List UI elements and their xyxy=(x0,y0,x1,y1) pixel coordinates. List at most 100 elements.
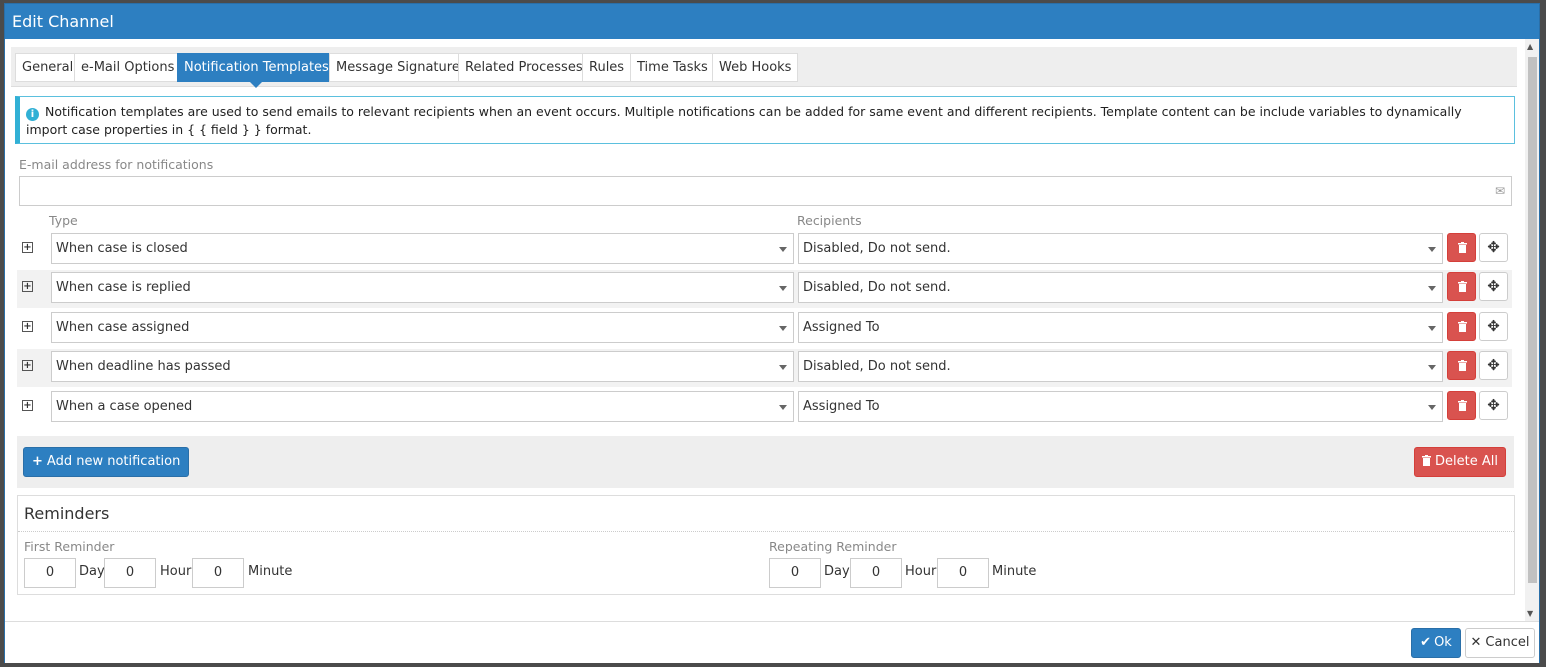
envelope-icon: ✉ xyxy=(1494,184,1505,198)
repeating-hour-input[interactable]: 0 xyxy=(850,558,902,588)
plus-icon: + xyxy=(32,454,43,469)
type-select[interactable]: When case is replied xyxy=(51,272,794,303)
type-select[interactable]: When deadline has passed xyxy=(51,351,794,382)
delete-row-button[interactable] xyxy=(1447,272,1476,301)
ok-button[interactable]: ✔ Ok xyxy=(1411,628,1461,658)
trash-icon xyxy=(1458,360,1467,371)
reminders-title: Reminders xyxy=(18,496,1514,532)
chevron-down-icon xyxy=(779,405,787,410)
chevron-down-icon xyxy=(1428,326,1436,331)
type-value: When case is closed xyxy=(56,241,188,256)
move-icon[interactable]: ✥ xyxy=(1479,312,1508,341)
first-hour-input[interactable]: 0 xyxy=(104,558,156,588)
ok-label: Ok xyxy=(1434,635,1452,650)
dialog-body: General e-Mail Options Notification Temp… xyxy=(5,39,1525,621)
tab-time-tasks[interactable]: Time Tasks xyxy=(630,53,715,82)
repeating-minute-input[interactable]: 0 xyxy=(937,558,989,588)
cancel-button[interactable]: ✕ Cancel xyxy=(1465,628,1535,658)
edit-channel-dialog: Edit Channel General e-Mail Options Noti… xyxy=(4,3,1540,663)
tab-message-signature[interactable]: Message Signature xyxy=(329,53,467,82)
delete-row-button[interactable] xyxy=(1447,391,1476,420)
first-reminder-label: First Reminder xyxy=(24,539,115,554)
add-notification-button[interactable]: + Add new notification xyxy=(23,447,190,477)
expand-icon[interactable]: + xyxy=(22,360,33,371)
repeating-day-input[interactable]: 0 xyxy=(769,558,821,588)
add-notification-label: Add new notification xyxy=(46,454,181,469)
tab-bar: General e-Mail Options Notification Temp… xyxy=(11,47,1517,88)
type-value: When case assigned xyxy=(56,320,190,335)
trash-icon xyxy=(1422,455,1432,466)
email-field[interactable]: ✉ xyxy=(19,176,1512,206)
chevron-down-icon xyxy=(1428,365,1436,370)
scrollbar-thumb[interactable] xyxy=(1528,57,1537,583)
dialog-title: Edit Channel xyxy=(5,4,1539,39)
move-icon[interactable]: ✥ xyxy=(1479,233,1508,262)
day-unit: Day xyxy=(79,564,105,579)
tab-general[interactable]: General xyxy=(15,53,81,82)
recipients-select[interactable]: Assigned To xyxy=(798,391,1443,422)
recipients-value: Disabled, Do not send. xyxy=(803,241,951,256)
recipients-select[interactable]: Disabled, Do not send. xyxy=(798,233,1443,264)
day-unit: Day xyxy=(824,564,850,579)
type-value: When a case opened xyxy=(56,399,193,414)
chevron-down-icon xyxy=(779,326,787,331)
reminders-panel: Reminders First Reminder 0 Day 0 Hour 0 … xyxy=(17,495,1515,595)
email-label: E-mail address for notifications xyxy=(19,157,214,172)
tab-rules[interactable]: Rules xyxy=(582,53,632,82)
chevron-down-icon xyxy=(1428,405,1436,410)
type-select[interactable]: When case assigned xyxy=(51,312,794,343)
recipients-value: Assigned To xyxy=(803,399,880,414)
expand-icon[interactable]: + xyxy=(22,321,33,332)
expand-icon[interactable]: + xyxy=(22,281,33,292)
type-select[interactable]: When a case opened xyxy=(51,391,794,422)
info-alert: i Notification templates are used to send… xyxy=(15,96,1515,144)
cancel-label: Cancel xyxy=(1485,635,1530,650)
recipients-value: Disabled, Do not send. xyxy=(803,280,951,295)
notification-row: + When a case opened Assigned To ✥ xyxy=(17,389,1512,427)
recipients-select[interactable]: Disabled, Do not send. xyxy=(798,272,1443,303)
move-icon[interactable]: ✥ xyxy=(1479,391,1508,420)
type-column-header: Type xyxy=(49,213,78,228)
notification-row: + When deadline has passed Disabled, Do … xyxy=(17,349,1512,387)
info-text: Notification templates are used to send … xyxy=(26,104,1462,137)
close-icon: ✕ xyxy=(1470,635,1482,650)
vertical-scrollbar[interactable]: ▲ ▼ xyxy=(1525,39,1539,621)
notification-row: + When case is replied Disabled, Do not … xyxy=(17,270,1512,308)
recipients-value: Disabled, Do not send. xyxy=(803,359,951,374)
delete-all-button[interactable]: Delete All xyxy=(1414,447,1506,477)
recipients-column-header: Recipients xyxy=(797,213,862,228)
hour-unit: Hour xyxy=(160,564,192,579)
scroll-up-icon[interactable]: ▲ xyxy=(1527,42,1533,51)
first-minute-input[interactable]: 0 xyxy=(192,558,244,588)
scroll-down-icon[interactable]: ▼ xyxy=(1527,609,1533,618)
type-value: When case is replied xyxy=(56,280,191,295)
move-icon[interactable]: ✥ xyxy=(1479,351,1508,380)
trash-icon xyxy=(1458,242,1467,253)
trash-icon xyxy=(1458,281,1467,292)
tab-web-hooks[interactable]: Web Hooks xyxy=(712,53,799,82)
delete-row-button[interactable] xyxy=(1447,351,1476,380)
hour-unit: Hour xyxy=(905,564,937,579)
delete-row-button[interactable] xyxy=(1447,233,1476,262)
chevron-down-icon xyxy=(779,365,787,370)
tab-email-options[interactable]: e-Mail Options xyxy=(74,53,182,82)
chevron-down-icon xyxy=(779,247,787,252)
expand-icon[interactable]: + xyxy=(22,400,33,411)
delete-row-button[interactable] xyxy=(1447,312,1476,341)
minute-unit: Minute xyxy=(992,564,1037,579)
notification-row: + When case assigned Assigned To ✥ xyxy=(17,310,1512,348)
tab-related-processes[interactable]: Related Processes xyxy=(458,53,590,82)
trash-icon xyxy=(1458,400,1467,411)
move-icon[interactable]: ✥ xyxy=(1479,272,1508,301)
expand-icon[interactable]: + xyxy=(22,242,33,253)
repeating-reminder-label: Repeating Reminder xyxy=(769,539,897,554)
tab-notification-templates[interactable]: Notification Templates xyxy=(177,53,336,88)
recipients-select[interactable]: Disabled, Do not send. xyxy=(798,351,1443,382)
info-icon: i xyxy=(26,108,39,121)
first-day-input[interactable]: 0 xyxy=(24,558,76,588)
notification-actions-bar: + Add new notification Delete All xyxy=(17,436,1514,488)
delete-all-label: Delete All xyxy=(1435,454,1498,469)
check-icon: ✔ xyxy=(1420,635,1432,650)
recipients-select[interactable]: Assigned To xyxy=(798,312,1443,343)
type-select[interactable]: When case is closed xyxy=(51,233,794,264)
